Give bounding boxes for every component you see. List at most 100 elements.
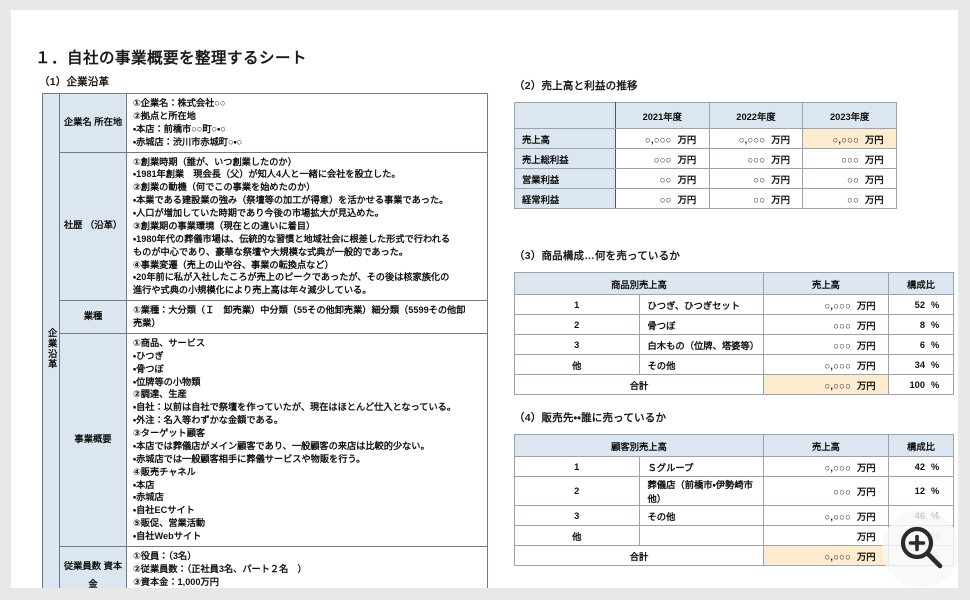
cell-customer-total-share: % [888, 545, 954, 566]
col-header-sales-amount: 売上高 [763, 272, 889, 295]
page-title: １．自社の事業概要を整理するシート [35, 50, 308, 67]
col-header-fy2021: 2021年度 [614, 102, 710, 129]
cell-product-share-2: 8% [888, 314, 954, 335]
cell-customer-no-3: 3 [514, 505, 640, 526]
row-body-industry: ①業種：大分類（Ｉ 卸売業）中分類（55その他卸売業）細分類（5599その他卸 … [126, 300, 488, 334]
col-header-fy2023: 2023年度 [802, 102, 897, 129]
row-label-net-sales: 売上高 [514, 128, 616, 149]
cell-customer-name-other [638, 525, 764, 546]
cell-product-amount-2: ○○○ 万円 [763, 314, 889, 335]
cell-net-sales-fy2022: ○,○○○ 万円 [708, 128, 804, 149]
table-total-row: 合計 ○,○○○ 万円 % [514, 545, 954, 566]
cell-customer-name-3: その他 [638, 505, 764, 526]
cell-product-no-3: 3 [514, 334, 640, 355]
table-row: 従業員数 資本金 ①役員：（3名） ②従業員数：（正社員3名、パート２名 ） ③… [43, 545, 488, 588]
table-row: 1 ひつぎ、ひつぎセット ○,○○○ 万円 52% [514, 294, 954, 315]
row-label-ordinary-profit: 経常利益 [514, 188, 616, 209]
document-page: １．自社の事業概要を整理するシート （1）企業沿革 企業沿革 企業名 所在地 ①… [11, 10, 958, 588]
table-company-history: 企業沿革 企業名 所在地 ①企業名：株式会社○○ ②拠点と所在地 ・本店：前橋市… [42, 92, 488, 588]
cell-customer-total-label: 合計 [514, 545, 764, 566]
table-header-row: 2021年度 2022年度 2023年度 [514, 102, 897, 129]
table-row: 他 その他 ○,○○○ 万円 34% [514, 354, 954, 375]
col-header-blank [514, 102, 616, 129]
cell-product-share-other: 34% [888, 354, 954, 375]
cell-customer-share-3: 46% [888, 505, 954, 526]
table-row: 事業概要 ①商品、サービス ・ひつぎ ・骨つぼ ・位牌等の小物類 ②調達、生産 … [43, 332, 488, 547]
cell-customer-amount-1: ○,○○○ 万円 [763, 456, 889, 477]
cell-net-sales-fy2023: ○,○○○ 万円 [802, 128, 897, 149]
table-customer-mix: 顧客別売上高 売上高 構成比 1 Ｓグループ ○,○○○ 万円 42% 2 葬儀店… [514, 434, 954, 566]
table-row: 2 葬儀店（前橋市・伊勢崎市他） ○○○ 万円 12% [514, 476, 954, 506]
cell-customer-no-2: 2 [514, 476, 640, 506]
cell-operating-profit-fy2022: ○○ 万円 [708, 168, 804, 189]
cell-customer-no-other: 他 [514, 525, 640, 546]
cell-product-no-other: 他 [514, 354, 640, 375]
cell-customer-amount-other: 万円 [763, 525, 889, 546]
cell-customer-amount-2: ○○○ 万円 [763, 476, 889, 506]
table-row: 売上総利益 ○○○ 万円 ○○○ 万円 ○○○ 万円 [514, 148, 897, 169]
table-row: 売上高 ○,○○○ 万円 ○,○○○ 万円 ○,○○○ 万円 [514, 128, 897, 149]
cell-net-sales-fy2021: ○,○○○ 万円 [614, 128, 710, 149]
table-header-row: 商品別売上高 売上高 構成比 [514, 272, 954, 295]
row-label-industry: 業種 [59, 300, 127, 334]
row-label-operating-profit: 営業利益 [514, 168, 616, 189]
table-row: 3 白木もの（位牌、塔婆等） ○○○ 万円 6% [514, 334, 954, 355]
cell-gross-profit-fy2021: ○○○ 万円 [614, 148, 710, 169]
row-label-employees-capital: 従業員数 資本金 [59, 545, 127, 588]
table-row: 企業沿革 企業名 所在地 ①企業名：株式会社○○ ②拠点と所在地 ・本店：前橋市… [42, 92, 488, 588]
cell-customer-no-1: 1 [514, 456, 640, 477]
cell-customer-share-other: % [888, 525, 954, 546]
cell-product-amount-1: ○,○○○ 万円 [763, 294, 889, 315]
col-header-product-sales: 商品別売上高 [514, 272, 764, 295]
cell-operating-profit-fy2023: ○○ 万円 [802, 168, 897, 189]
table-row: 他 万円 % [514, 525, 954, 546]
cell-product-total-share: 100% [888, 374, 954, 395]
col-header-customer-amount: 売上高 [763, 434, 889, 457]
cell-product-name-1: ひつぎ、ひつぎセット [638, 294, 764, 315]
row-body-business-overview: ①商品、サービス ・ひつぎ ・骨つぼ ・位牌等の小物類 ②調達、生産 ・自社：以… [126, 332, 488, 547]
row-label-company-name: 企業名 所在地 [59, 93, 127, 153]
row-label-business-overview: 事業概要 [59, 332, 127, 547]
table-row: 2 骨つぼ ○○○ 万円 8% [514, 314, 954, 335]
table-row: 3 その他 ○,○○○ 万円 46% [514, 505, 954, 526]
row-body-company-name: ①企業名：株式会社○○ ②拠点と所在地 ・本店：前橋市○○町○・○ ・赤城店：渋… [126, 93, 488, 153]
table-row: 社歴 （沿革） ①創業時期（誰が、いつ創業したのか） ・1981年創業 現会長（… [43, 151, 488, 302]
cell-gross-profit-fy2023: ○○○ 万円 [802, 148, 897, 169]
cell-product-no-2: 2 [514, 314, 640, 335]
cell-customer-name-2: 葬儀店（前橋市・伊勢崎市他） [638, 476, 764, 506]
cell-product-total-amount: ○,○○○ 万円 [763, 374, 889, 395]
col-header-fy2022: 2022年度 [708, 102, 804, 129]
cell-customer-share-2: 12% [888, 476, 954, 506]
cell-product-share-3: 6% [888, 334, 954, 355]
table-row: 営業利益 ○○ 万円 ○○ 万円 ○○ 万円 [514, 168, 897, 189]
cell-customer-total-amount: ○,○○○ 万円 [763, 545, 889, 566]
cell-ordinary-profit-fy2021: ○○ 万円 [614, 188, 710, 209]
row-body-history: ①創業時期（誰が、いつ創業したのか） ・1981年創業 現会長（父）が知人4人と… [126, 151, 488, 302]
cell-ordinary-profit-fy2022: ○○ 万円 [708, 188, 804, 209]
col-header-share: 構成比 [888, 272, 954, 295]
section-heading-customer-mix: （4）販売先・・誰に売っているか [514, 412, 667, 424]
table-row: 1 Ｓグループ ○,○○○ 万円 42% [514, 456, 954, 477]
cell-customer-name-1: Ｓグループ [638, 456, 764, 477]
col-header-customer-sales: 顧客別売上高 [514, 434, 764, 457]
table-sales-profit-trend: 2021年度 2022年度 2023年度 売上高 ○,○○○ 万円 ○,○○○ 万円… [514, 102, 897, 209]
table-product-mix: 商品別売上高 売上高 構成比 1 ひつぎ、ひつぎセット ○,○○○ 万円 52% … [514, 272, 954, 395]
row-label-history: 社歴 （沿革） [59, 151, 127, 302]
cell-gross-profit-fy2022: ○○○ 万円 [708, 148, 804, 169]
cell-product-share-1: 52% [888, 294, 954, 315]
cell-customer-amount-3: ○,○○○ 万円 [763, 505, 889, 526]
cell-operating-profit-fy2021: ○○ 万円 [614, 168, 710, 189]
row-body-employees-capital: ①役員：（3名） ②従業員数：（正社員3名、パート２名 ） ③資本金：1,000… [126, 545, 488, 588]
table-header-row: 顧客別売上高 売上高 構成比 [514, 434, 954, 457]
table-row: 業種 ①業種：大分類（Ｉ 卸売業）中分類（55その他卸売業）細分類（5599その… [43, 300, 488, 334]
cell-product-name-2: 骨つぼ [638, 314, 764, 335]
section-heading-kigyo-enkaku: （1）企業沿革 [39, 76, 110, 88]
cell-product-name-3: 白木もの（位牌、塔婆等） [638, 334, 764, 355]
cell-product-no-1: 1 [514, 294, 640, 315]
cell-ordinary-profit-fy2023: ○○ 万円 [802, 188, 897, 209]
table-total-row: 合計 ○,○○○ 万円 100% [514, 374, 954, 395]
table-row: 経常利益 ○○ 万円 ○○ 万円 ○○ 万円 [514, 188, 897, 209]
cell-customer-share-1: 42% [888, 456, 954, 477]
row-label-gross-profit: 売上総利益 [514, 148, 616, 169]
vertical-label-kigyo-enkaku: 企業沿革 [42, 92, 60, 588]
